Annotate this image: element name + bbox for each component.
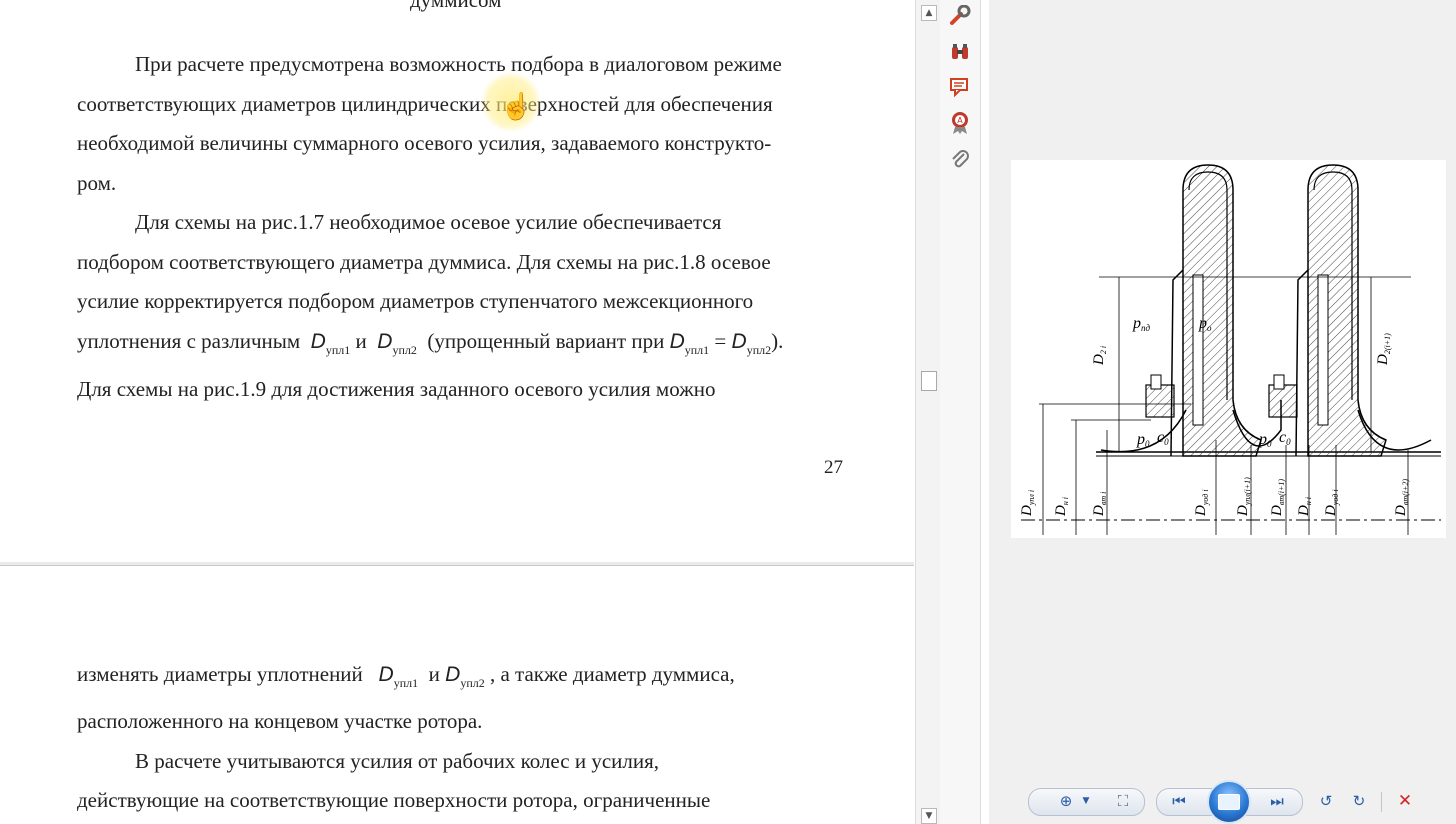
scroll-thumb[interactable] xyxy=(921,371,937,391)
svg-text:Dн i: Dн i xyxy=(1053,497,1070,517)
svg-text:D2 i: D2 i xyxy=(1091,346,1108,366)
text-line: подбором соответствующего диаметра думми… xyxy=(77,250,771,274)
tool-strip: A xyxy=(940,0,981,824)
svg-text:pпд: pпд xyxy=(1132,315,1151,333)
svg-text:Dвт(i+2): Dвт(i+2) xyxy=(1393,479,1410,517)
slideshow-icon xyxy=(1218,794,1240,810)
svg-text:Dвт i: Dвт i xyxy=(1091,492,1108,517)
scroll-up-arrow-icon[interactable]: ▲ xyxy=(921,5,937,21)
slideshow-button[interactable] xyxy=(1207,780,1251,824)
svg-text:Dвт(i+1): Dвт(i+1) xyxy=(1269,479,1286,517)
svg-text:Dуод i: Dуод i xyxy=(1323,489,1340,517)
svg-text:D2(i+1): D2(i+1) xyxy=(1375,333,1392,366)
fit-page-icon[interactable]: ⛶ xyxy=(1112,790,1134,812)
svg-text:c0: c0 xyxy=(1157,429,1169,447)
svg-text:A: A xyxy=(957,116,963,125)
text-line: При расчете предусмотрена возможность по… xyxy=(135,52,782,76)
text-line: соответствующих диаметров цилиндрических… xyxy=(77,92,773,116)
text-line: ром. xyxy=(77,171,117,195)
pdf-page-28: изменять диаметры уплотнений Dупл1 и Dуп… xyxy=(0,565,914,824)
svg-text:p0: p0 xyxy=(1258,431,1272,449)
rotate-counterclockwise-icon[interactable]: ↺ xyxy=(1315,790,1337,812)
svg-text:Dупл i: Dупл i xyxy=(1019,490,1036,517)
stamp-icon[interactable]: A xyxy=(948,111,972,135)
text-line: необходимой величины суммарного осевого … xyxy=(77,131,772,155)
text-line-formula: уплотнения с различным Dупл1 и Dупл2 (уп… xyxy=(77,329,784,357)
pdf-page-27: думмисом При расчете предусмотрена возмо… xyxy=(0,0,914,563)
text-line: В расчете учитываются усилия от рабочих … xyxy=(135,749,660,773)
vertical-scrollbar[interactable]: ▲ ▼ xyxy=(915,0,940,824)
text-line: думмисом xyxy=(410,0,502,12)
delete-icon[interactable]: ✕ xyxy=(1394,790,1416,812)
hand-cursor-icon: ☝ xyxy=(500,92,533,121)
next-image-icon[interactable]: ⏭ xyxy=(1266,790,1288,812)
document-view[interactable]: думмисом При расчете предусмотрена возмо… xyxy=(0,0,914,824)
toolbar-divider xyxy=(1381,792,1382,812)
scroll-down-arrow-icon[interactable]: ▼ xyxy=(921,808,937,824)
text-line: расположенного на концевом участке ротор… xyxy=(77,709,483,733)
svg-text:Dуод i: Dуод i xyxy=(1193,489,1210,517)
comment-icon[interactable] xyxy=(948,75,972,99)
svg-text:p0: p0 xyxy=(1136,431,1150,449)
previous-image-icon[interactable]: ⏮ xyxy=(1168,790,1190,812)
svg-text:Dупл(i+1): Dупл(i+1) xyxy=(1235,477,1252,517)
zoom-in-icon[interactable]: ⊕ xyxy=(1055,790,1077,812)
text-line: усилие корректируется подбором диаметров… xyxy=(77,289,754,313)
svg-text:Dн i: Dн i xyxy=(1296,497,1313,517)
paperclip-icon[interactable] xyxy=(948,147,972,171)
page-number: 27 xyxy=(824,457,843,478)
text-line: действующие на соответствующие поверхнос… xyxy=(77,788,711,812)
wrench-icon[interactable] xyxy=(948,4,972,28)
rotate-clockwise-icon[interactable]: ↻ xyxy=(1348,790,1370,812)
text-line-formula: изменять диаметры уплотнений Dупл1 и Dуп… xyxy=(77,662,735,690)
pump-stage-diagram: pпд pо p0 c0 p0 c0 D2 i D2(i+1) Dупл i D… xyxy=(1011,160,1446,538)
binoculars-icon[interactable] xyxy=(948,40,972,64)
zoom-dropdown-chevron-icon[interactable]: ▼ xyxy=(1075,790,1097,812)
svg-text:c0: c0 xyxy=(1279,429,1291,447)
text-line: Для схемы на рис.1.7 необходимое осевое … xyxy=(135,210,722,234)
text-line: Для схемы на рис.1.9 для достижения зада… xyxy=(77,377,716,401)
